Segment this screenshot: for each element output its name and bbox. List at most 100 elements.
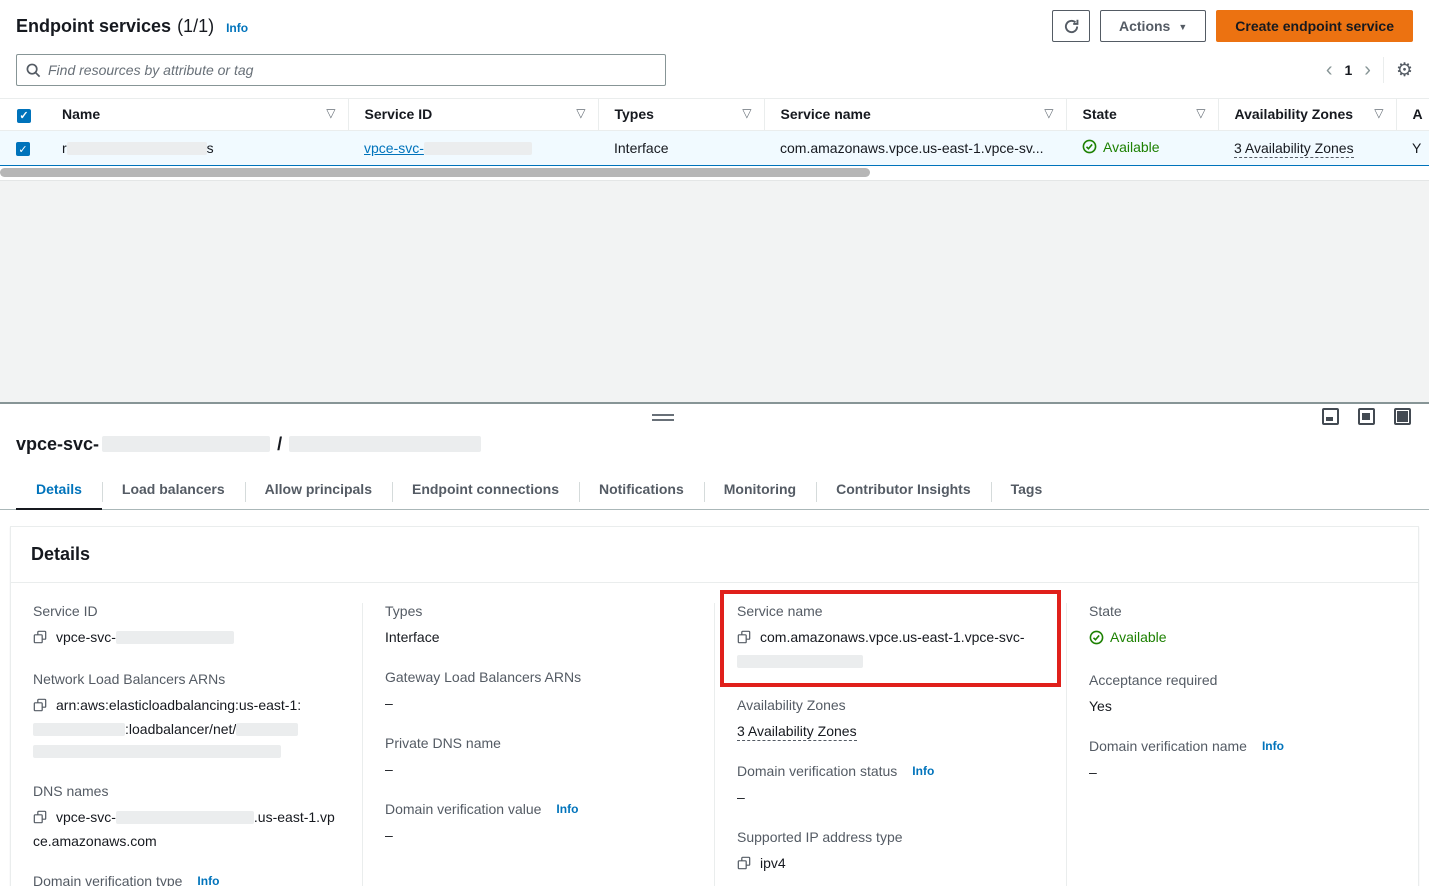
details-column-3: Service name com.amazonaws.vpce.us-east-… — [714, 603, 1066, 886]
copy-icon[interactable] — [33, 696, 47, 718]
status-available-icon — [1089, 630, 1104, 645]
tab-tags[interactable]: Tags — [991, 471, 1063, 509]
field-glb-arns: Gateway Load Balancers ARNs – — [385, 669, 692, 714]
refresh-button[interactable] — [1052, 10, 1090, 42]
split-panel-drag-handle[interactable] — [652, 414, 674, 421]
actions-label: Actions — [1119, 18, 1170, 34]
tab-allow-principals[interactable]: Allow principals — [245, 471, 392, 509]
redacted-text — [33, 723, 125, 736]
column-header-service-name[interactable]: Service name▽ — [764, 99, 1066, 131]
column-header-acceptance[interactable]: A — [1396, 99, 1429, 131]
table-toolbar: Endpoint services (1/1) Info Actions ▼ C… — [0, 0, 1429, 98]
tab-notifications[interactable]: Notifications — [579, 471, 704, 509]
field-domain-verification-name: Domain verification nameInfo – — [1089, 738, 1396, 783]
field-domain-verification-value: Domain verification valueInfo – — [385, 801, 692, 846]
cell-types: Interface — [598, 130, 764, 166]
details-column-4: State Available Acceptance required Yes … — [1066, 603, 1418, 886]
details-card-heading: Details — [11, 527, 1418, 583]
field-dns-names: DNS names vpce-svc-.us-east-1.vpce.amazo… — [33, 783, 340, 852]
field-service-name: Service name com.amazonaws.vpce.us-east-… — [737, 603, 1044, 672]
service-id-link[interactable]: vpce-svc- — [364, 140, 532, 156]
endpoint-services-table: ✓ Name▽ Service ID▽ Types▽ Service name▽… — [0, 98, 1429, 166]
table-header-row: ✓ Name▽ Service ID▽ Types▽ Service name▽… — [0, 99, 1429, 131]
endpoint-services-page: Endpoint services (1/1) Info Actions ▼ C… — [0, 0, 1429, 886]
filter-icon[interactable]: ▽ — [326, 106, 335, 120]
availability-zones-popover[interactable]: 3 Availability Zones — [1234, 140, 1354, 158]
create-endpoint-service-button[interactable]: Create endpoint service — [1216, 10, 1413, 42]
column-header-availability-zones[interactable]: Availability Zones▽ — [1218, 99, 1396, 131]
current-page[interactable]: 1 — [1344, 62, 1352, 78]
details-card: Details Service ID vpce-svc- Network Loa… — [10, 526, 1419, 886]
field-domain-verification-type: Domain verification typeInfo – — [33, 873, 340, 886]
filter-icon[interactable]: ▽ — [1044, 106, 1053, 120]
cell-state: Available — [1066, 130, 1218, 166]
horizontal-scrollbar-track[interactable] — [0, 166, 1429, 180]
redacted-text — [67, 142, 207, 155]
panel-size-small-icon[interactable] — [1322, 408, 1339, 425]
column-header-state[interactable]: State▽ — [1066, 99, 1218, 131]
filter-icon[interactable]: ▽ — [1374, 106, 1383, 120]
tab-monitoring[interactable]: Monitoring — [704, 471, 816, 509]
cell-name: rs — [46, 130, 348, 166]
page-title: Endpoint services — [16, 16, 171, 37]
actions-button[interactable]: Actions ▼ — [1100, 10, 1206, 42]
redacted-text — [289, 436, 481, 452]
divider — [1383, 57, 1384, 83]
filter-icon[interactable]: ▽ — [576, 106, 585, 120]
status-available-icon — [1082, 139, 1097, 154]
tab-load-balancers[interactable]: Load balancers — [102, 471, 245, 509]
previous-page-button[interactable]: ‹ — [1326, 60, 1333, 80]
check-icon: ✓ — [18, 143, 27, 156]
field-types: Types Interface — [385, 603, 692, 648]
cell-acceptance: Y — [1396, 130, 1429, 166]
split-panel-title: vpce-svc- / — [0, 430, 1429, 455]
tab-endpoint-connections[interactable]: Endpoint connections — [392, 471, 579, 509]
redacted-text — [737, 655, 863, 668]
tab-details[interactable]: Details — [16, 471, 102, 509]
redacted-text — [424, 142, 532, 155]
field-service-id: Service ID vpce-svc- — [33, 603, 340, 650]
info-link[interactable]: Info — [226, 21, 248, 35]
gear-icon[interactable]: ⚙ — [1396, 61, 1413, 80]
availability-zones-popover[interactable]: 3 Availability Zones — [737, 723, 857, 741]
search-input[interactable] — [48, 62, 656, 78]
select-all-checkbox[interactable]: ✓ — [17, 109, 31, 123]
redacted-text — [116, 811, 254, 824]
field-state: State Available — [1089, 603, 1396, 651]
copy-icon[interactable] — [737, 628, 751, 650]
pagination: ‹ 1 › ⚙ — [1326, 57, 1413, 83]
search-icon — [26, 63, 41, 78]
horizontal-scrollbar-thumb[interactable] — [0, 168, 870, 177]
copy-icon[interactable] — [33, 628, 47, 650]
tab-bar: Details Load balancers Allow principals … — [0, 471, 1429, 510]
copy-icon[interactable] — [33, 808, 47, 830]
panel-size-large-icon[interactable] — [1394, 408, 1411, 425]
next-page-button[interactable]: › — [1364, 60, 1371, 80]
copy-icon[interactable] — [737, 854, 751, 876]
column-header-service-id[interactable]: Service ID▽ — [348, 99, 598, 131]
details-column-2: Types Interface Gateway Load Balancers A… — [362, 603, 714, 886]
filter-icon[interactable]: ▽ — [1196, 106, 1205, 120]
content-background — [0, 180, 1429, 402]
column-header-name[interactable]: Name▽ — [46, 99, 348, 131]
tab-contributor-insights[interactable]: Contributor Insights — [816, 471, 991, 509]
details-column-1: Service ID vpce-svc- Network Load Balanc… — [11, 603, 362, 886]
chevron-down-icon: ▼ — [1178, 22, 1187, 32]
create-label: Create endpoint service — [1235, 18, 1394, 34]
resource-counter: (1/1) — [177, 16, 214, 37]
info-link[interactable]: Info — [556, 802, 578, 816]
panel-size-medium-icon[interactable] — [1358, 408, 1375, 425]
info-link[interactable]: Info — [1262, 739, 1284, 753]
info-link[interactable]: Info — [197, 874, 219, 886]
redacted-text — [236, 723, 298, 736]
cell-service-name: com.amazonaws.vpce.us-east-1.vpce-sv... — [764, 130, 1066, 166]
field-availability-zones: Availability Zones 3 Availability Zones — [737, 697, 1044, 742]
field-private-dns-name: Private DNS name – — [385, 735, 692, 780]
cell-service-id: vpce-svc- — [348, 130, 598, 166]
row-checkbox[interactable]: ✓ — [16, 142, 30, 156]
table-row[interactable]: ✓ rs vpce-svc- Interface com.amazonaws.v… — [0, 130, 1429, 166]
info-link[interactable]: Info — [912, 764, 934, 778]
column-header-types[interactable]: Types▽ — [598, 99, 764, 131]
redacted-text — [116, 631, 234, 644]
filter-icon[interactable]: ▽ — [742, 106, 751, 120]
